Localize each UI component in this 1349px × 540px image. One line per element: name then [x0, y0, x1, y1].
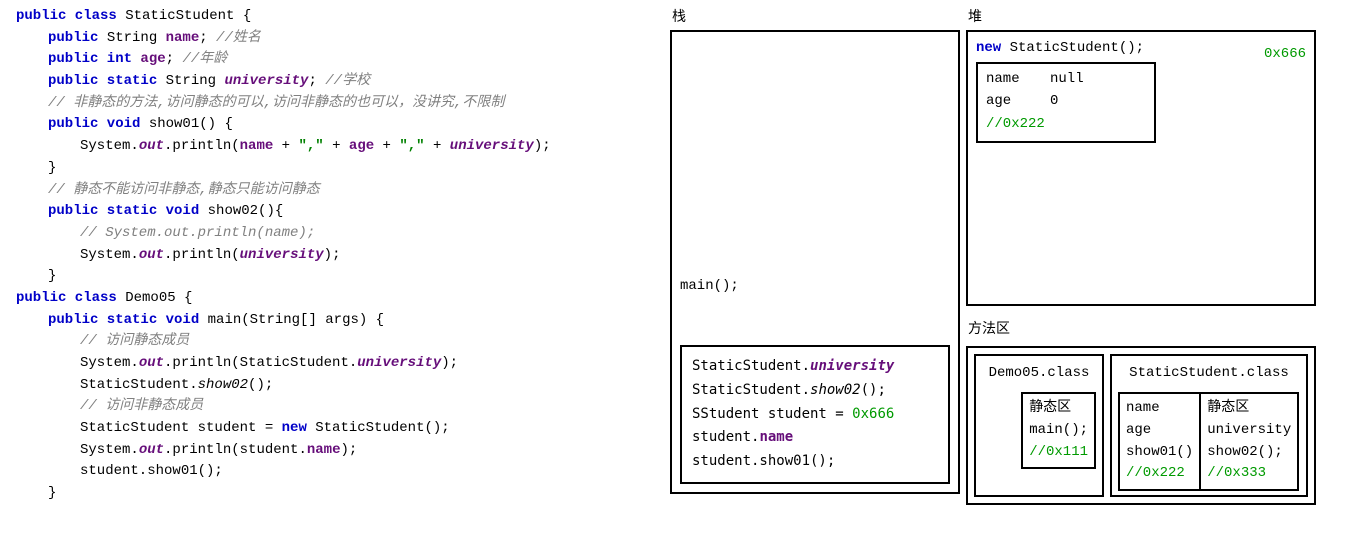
stack-frame: StaticStudent.university StaticStudent.s… — [680, 345, 950, 484]
code-block: public class StaticStudent { public Stri… — [4, 4, 664, 507]
method-area-label: 方法区 — [968, 318, 1316, 338]
stack-box: main(); StaticStudent.university StaticS… — [670, 30, 960, 494]
memory-diagram: 栈 main(); StaticStudent.university Stati… — [670, 4, 1345, 507]
method-area-box: Demo05.class 静态区 main(); //0x111 StaticS… — [966, 346, 1316, 505]
ss-instance-box: name age show01() //0x222 — [1118, 392, 1199, 491]
heap-box: new StaticStudent(); 0x666 namenull age0… — [966, 30, 1316, 306]
heap-object: namenull age0 //0x222 — [976, 62, 1156, 143]
staticstudent-class-box: StaticStudent.class name age show01() //… — [1110, 354, 1308, 497]
heap-label: 堆 — [968, 6, 1316, 26]
stack-label: 栈 — [672, 6, 960, 26]
ss-static-box: 静态区 university show02(); //0x333 — [1199, 392, 1299, 491]
demo-static-box: 静态区 main(); //0x111 — [1021, 392, 1096, 469]
demo-class-box: Demo05.class 静态区 main(); //0x111 — [974, 354, 1104, 497]
